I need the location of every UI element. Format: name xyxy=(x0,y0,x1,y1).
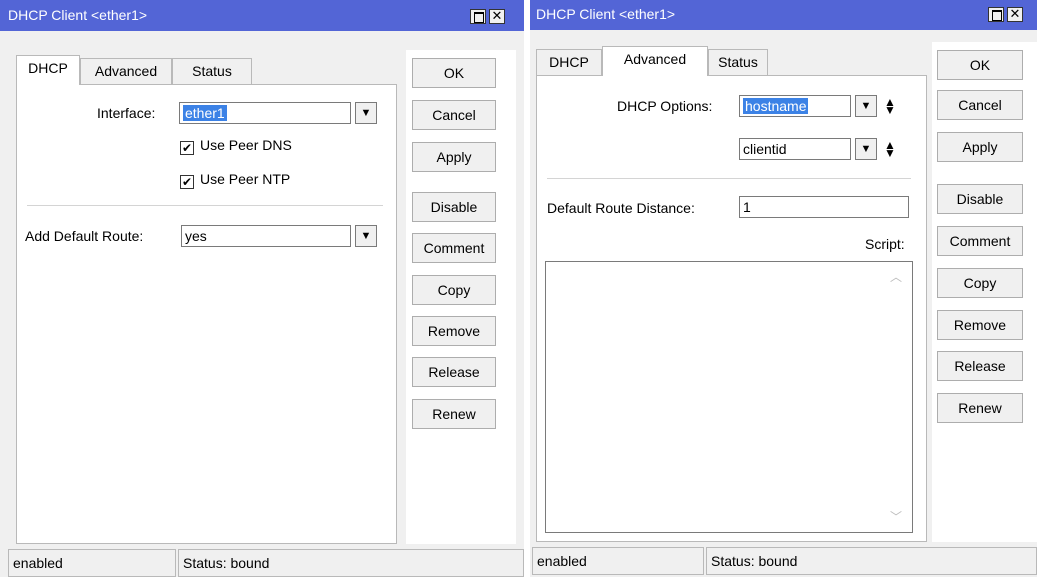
close-icon[interactable]: ✕ xyxy=(489,9,505,24)
tab-advanced[interactable]: Advanced xyxy=(80,58,172,84)
tab-bar: DHCP Advanced Status xyxy=(16,55,276,85)
copy-button[interactable]: Copy xyxy=(937,268,1023,298)
ok-button[interactable]: OK xyxy=(412,58,496,88)
disable-button[interactable]: Disable xyxy=(412,192,496,222)
scroll-up-icon[interactable]: ︿ xyxy=(890,268,902,285)
dhcp-tab-panel: Interface: ether1 ▼ ✔ Use Peer DNS ✔ Use P… xyxy=(16,84,397,544)
dhcp-option-1-select[interactable]: hostname xyxy=(739,95,851,117)
use-peer-dns-checkbox[interactable]: ✔ Use Peer DNS xyxy=(180,137,292,155)
dropdown-arrow-icon[interactable]: ▼ xyxy=(355,102,377,124)
release-button[interactable]: Release xyxy=(412,357,496,387)
comment-button[interactable]: Comment xyxy=(937,226,1023,256)
button-column: OK Cancel Apply Disable Comment Copy Rem… xyxy=(932,42,1037,542)
up-down-arrows-icon[interactable]: ▲ ▼ xyxy=(883,139,897,159)
tab-advanced[interactable]: Advanced xyxy=(602,46,708,76)
status-bar: enabled Status: bound xyxy=(8,549,524,577)
window-titlebar[interactable]: DHCP Client <ether1> ✕ xyxy=(0,0,524,31)
close-icon[interactable]: ✕ xyxy=(1007,7,1023,22)
dropdown-arrow-icon[interactable]: ▼ xyxy=(855,138,877,160)
window-title: DHCP Client <ether1> xyxy=(8,7,148,23)
status-bound: Status: bound xyxy=(178,549,524,577)
copy-button[interactable]: Copy xyxy=(412,275,496,305)
tab-dhcp[interactable]: DHCP xyxy=(536,49,602,75)
maximize-icon[interactable] xyxy=(988,7,1004,22)
window-titlebar[interactable]: DHCP Client <ether1> ✕ xyxy=(530,0,1037,30)
window-title: DHCP Client <ether1> xyxy=(536,6,676,22)
interface-select[interactable]: ether1 xyxy=(179,102,351,124)
tab-bar: DHCP Advanced Status xyxy=(536,46,776,76)
default-route-distance-label: Default Route Distance: xyxy=(547,200,695,216)
apply-button[interactable]: Apply xyxy=(937,132,1023,162)
separator xyxy=(27,205,383,206)
button-column: OK Cancel Apply Disable Comment Copy Rem… xyxy=(406,50,516,544)
release-button[interactable]: Release xyxy=(937,351,1023,381)
scroll-down-icon[interactable]: ﹀ xyxy=(890,508,902,525)
dhcp-client-window-left: DHCP Client <ether1> ✕ DHCP Advanced Sta… xyxy=(0,0,524,577)
tab-status[interactable]: Status xyxy=(172,58,252,84)
dhcp-option-2-select[interactable]: clientid xyxy=(739,138,851,160)
dhcp-client-window-right: DHCP Client <ether1> ✕ DHCP Advanced Sta… xyxy=(530,0,1037,577)
status-enabled: enabled xyxy=(532,547,704,575)
comment-button[interactable]: Comment xyxy=(412,233,496,263)
up-down-arrows-icon[interactable]: ▲ ▼ xyxy=(883,96,897,116)
tab-dhcp[interactable]: DHCP xyxy=(16,55,80,85)
use-peer-ntp-checkbox[interactable]: ✔ Use Peer NTP xyxy=(180,171,290,189)
maximize-icon[interactable] xyxy=(470,9,486,24)
default-route-distance-input[interactable]: 1 xyxy=(739,196,909,218)
cancel-button[interactable]: Cancel xyxy=(412,100,496,130)
script-textarea[interactable]: ︿ ﹀ xyxy=(545,261,913,533)
remove-button[interactable]: Remove xyxy=(937,310,1023,340)
checkmark-icon: ✔ xyxy=(180,141,194,155)
status-bar: enabled Status: bound xyxy=(532,547,1037,575)
script-label: Script: xyxy=(865,236,905,252)
advanced-tab-panel: DHCP Options: hostname ▼ ▲ ▼ clientid ▼ ▲… xyxy=(536,75,927,542)
ok-button[interactable]: OK xyxy=(937,50,1023,80)
separator xyxy=(547,178,911,179)
apply-button[interactable]: Apply xyxy=(412,142,496,172)
dropdown-arrow-icon[interactable]: ▼ xyxy=(355,225,377,247)
renew-button[interactable]: Renew xyxy=(412,399,496,429)
dhcp-options-label: DHCP Options: xyxy=(617,98,713,114)
checkmark-icon: ✔ xyxy=(180,175,194,189)
status-enabled: enabled xyxy=(8,549,176,577)
renew-button[interactable]: Renew xyxy=(937,393,1023,423)
interface-label: Interface: xyxy=(97,105,156,121)
remove-button[interactable]: Remove xyxy=(412,316,496,346)
status-bound: Status: bound xyxy=(706,547,1037,575)
disable-button[interactable]: Disable xyxy=(937,184,1023,214)
add-default-route-label: Add Default Route: xyxy=(25,228,144,244)
tab-status[interactable]: Status xyxy=(708,49,768,75)
cancel-button[interactable]: Cancel xyxy=(937,90,1023,120)
dropdown-arrow-icon[interactable]: ▼ xyxy=(855,95,877,117)
add-default-route-select[interactable]: yes xyxy=(181,225,351,247)
